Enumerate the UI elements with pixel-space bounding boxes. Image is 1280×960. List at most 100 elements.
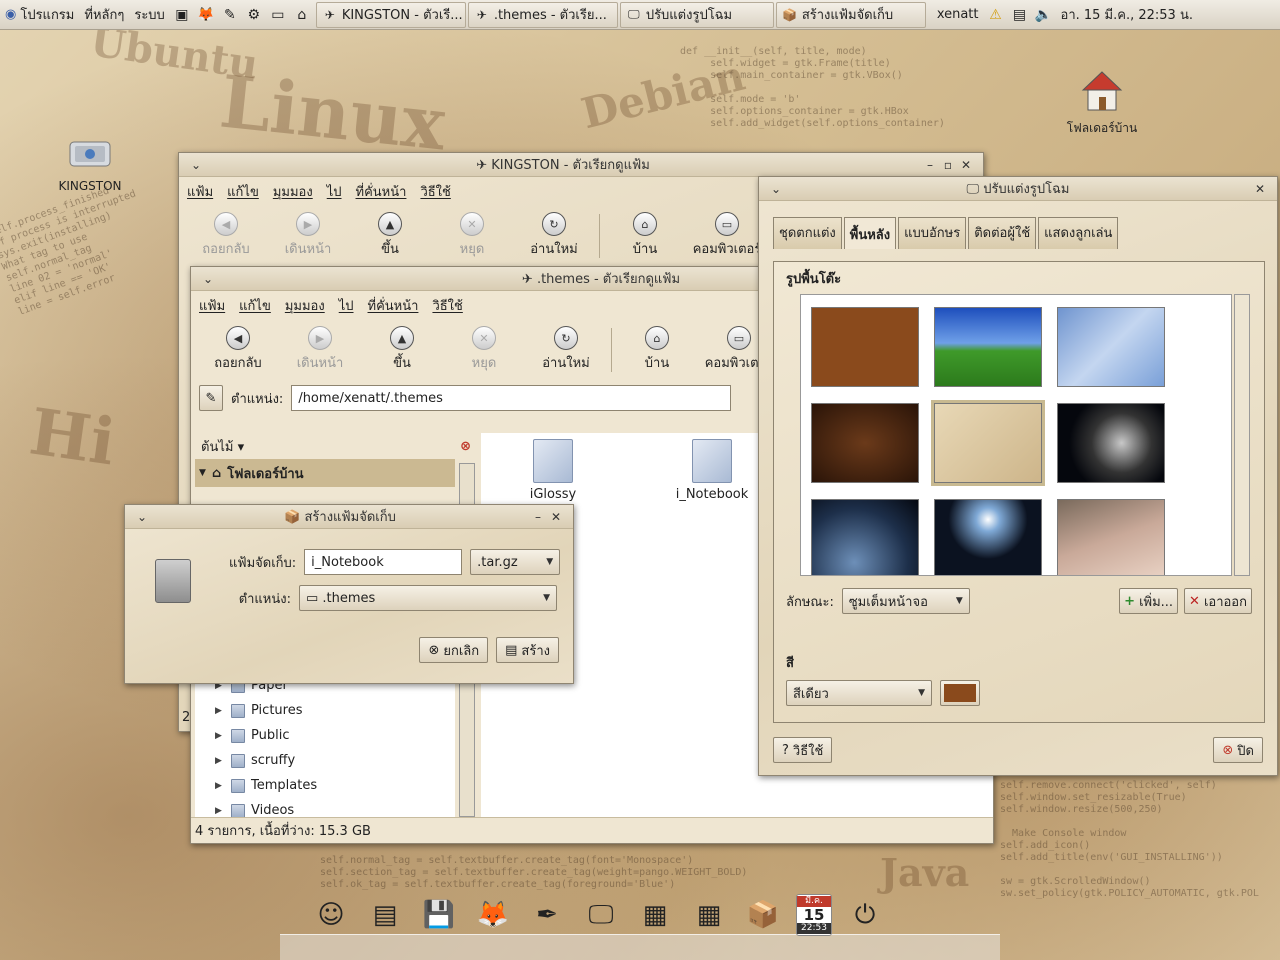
wallpaper-thumb[interactable] [1057, 307, 1165, 387]
home-button[interactable]: ⌂ บ้าน [616, 322, 698, 373]
menu-edit[interactable]: แก้ไข [227, 181, 259, 202]
appearance-titlebar[interactable]: ⌄ 🖵 ปรับแต่งรูปโฉม ✕ [759, 177, 1277, 201]
tree-item[interactable]: ▶ Pictures [195, 698, 455, 723]
wallpaper-thumb[interactable] [934, 499, 1042, 575]
up-button[interactable]: ▲ ขึ้น [349, 208, 431, 259]
file-item[interactable]: i_Notebook [667, 439, 757, 502]
menu-file[interactable]: แฟ้ม [199, 295, 225, 316]
text-editor-icon[interactable]: ✎ [219, 4, 241, 26]
feather-icon[interactable]: ✒ [526, 894, 568, 936]
home-launcher-icon[interactable]: ⌂ [291, 4, 313, 26]
calendar-icon[interactable]: มี.ค. 15 22:53 [796, 894, 832, 936]
stop-button[interactable]: ✕ หยุด [431, 208, 513, 259]
user-switcher[interactable]: xenatt [932, 0, 984, 30]
shutdown-icon[interactable]: ⏻ [844, 894, 886, 936]
menu-view[interactable]: มุมมอง [285, 295, 325, 316]
places-menu[interactable]: ที่หลักๆ [79, 0, 129, 30]
sidebar-mode-select[interactable]: ต้นไม้ ▾ [201, 436, 244, 457]
tab-effects[interactable]: แสดงลูกเล่น [1038, 217, 1119, 249]
expander-icon[interactable]: ▼ [199, 468, 206, 478]
documents-icon[interactable]: ▤ [364, 894, 406, 936]
add-wallpaper-button[interactable]: + เพิ่ม... [1119, 588, 1179, 614]
archive-name-input[interactable]: i_Notebook [304, 549, 463, 575]
menu-edit[interactable]: แก้ไข [239, 295, 271, 316]
settings-icon[interactable]: ⚙ [243, 4, 265, 26]
tab-theme[interactable]: ชุดตกแต่ง [773, 217, 842, 249]
cancel-button[interactable]: ⊗ ยกเลิก [419, 637, 489, 663]
tree-root-row[interactable]: ▼ ⌂ โฟลเดอร์บ้าน [195, 459, 455, 487]
wallpaper-thumb[interactable] [1057, 499, 1165, 575]
close-icon[interactable]: ✕ [1251, 182, 1269, 196]
maximize-icon[interactable]: ▫ [939, 158, 957, 172]
back-button[interactable]: ◀ ถอยกลับ [185, 208, 267, 259]
menu-bookmarks[interactable]: ที่คั่นหน้า [368, 295, 419, 316]
floppy-icon[interactable]: 💾 [418, 894, 460, 936]
archive-location-select[interactable]: ▭ .themes ▼ [299, 585, 557, 611]
file-browser-icon[interactable]: ▦ [688, 894, 730, 936]
menu-go[interactable]: ไป [327, 181, 342, 202]
applications-menu[interactable]: ◉ โปรแกรม [0, 0, 79, 30]
menu-help[interactable]: วิธีใช้ [432, 295, 462, 316]
menu-go[interactable]: ไป [339, 295, 354, 316]
home-folder-desktop-icon[interactable]: โฟลเดอร์บ้าน [1050, 68, 1154, 138]
window-menu-icon[interactable]: ⌄ [187, 158, 205, 172]
wallpaper-thumb[interactable] [934, 307, 1042, 387]
wallpaper-thumb[interactable] [1057, 403, 1165, 483]
firefox-icon[interactable]: 🦊 [472, 894, 514, 936]
menu-bookmarks[interactable]: ที่คั่นหน้า [356, 181, 407, 202]
file-item[interactable]: iGlossy [521, 439, 585, 502]
wallpaper-thumb-selected[interactable] [931, 400, 1045, 486]
window-menu-icon[interactable]: ⌄ [767, 182, 785, 196]
close-sidebar-icon[interactable]: ⊗ [460, 439, 471, 454]
system-menu[interactable]: ระบบ [129, 0, 169, 30]
wallpaper-thumb[interactable] [811, 499, 919, 575]
terminal-icon[interactable]: ▣ [171, 4, 193, 26]
toggle-location-button[interactable]: ✎ [199, 385, 223, 411]
forward-button[interactable]: ▶ เดินหน้า [279, 322, 361, 373]
up-button[interactable]: ▲ ขึ้น [361, 322, 443, 373]
tab-interface[interactable]: ติดต่อผู้ใช้ [968, 217, 1037, 249]
tree-item[interactable]: ▶ Templates [195, 773, 455, 798]
minimize-icon[interactable]: – [921, 158, 939, 172]
volume-icon[interactable]: 🔈 [1033, 4, 1055, 26]
reload-button[interactable]: ↻ อ่านใหม่ [513, 208, 595, 259]
task-archive[interactable]: 📦 สร้างแฟ้มจัดเก็บ [775, 1, 926, 28]
network-icon[interactable]: ▤ [1009, 4, 1031, 26]
help-button[interactable]: ? วิธีใช้ [773, 737, 833, 763]
finder-icon[interactable]: ☺ [310, 894, 352, 936]
archive-titlebar[interactable]: ⌄ 📦 สร้างแฟ้มจัดเก็บ – ✕ [125, 505, 573, 529]
close-button[interactable]: ⊗ ปิด [1213, 737, 1263, 763]
forward-button[interactable]: ▶ เดินหน้า [267, 208, 349, 259]
minimize-icon[interactable]: – [529, 510, 547, 524]
extension-select[interactable]: .tar.gz ▼ [470, 549, 561, 575]
task-kingston[interactable]: ✈ KINGSTON - ตัวเรี... [315, 1, 466, 28]
firefox-icon[interactable]: 🦊 [195, 4, 217, 26]
file-browser-icon[interactable]: ▦ [634, 894, 676, 936]
package-icon[interactable]: 📦 [742, 894, 784, 936]
style-select[interactable]: ซูมเต็มหน้าจอ ▼ [841, 588, 970, 614]
location-input[interactable]: /home/xenatt/.themes [291, 385, 732, 411]
clock[interactable]: อา. 15 มี.ค., 22:53 น. [1056, 0, 1206, 30]
color-picker-button[interactable] [940, 680, 980, 706]
kingston-titlebar[interactable]: ⌄ ✈ KINGSTON - ตัวเรียกดูแฟ้ม – ▫ ✕ [179, 153, 983, 177]
tab-background[interactable]: พื้นหลัง [843, 217, 897, 249]
wallpaper-thumb[interactable] [811, 403, 919, 483]
wallpaper-scrollbar[interactable] [1234, 294, 1250, 576]
task-appearance[interactable]: 🖵 ปรับแต่งรูปโฉม [619, 1, 774, 28]
stop-button[interactable]: ✕ หยุด [443, 322, 525, 373]
menu-help[interactable]: วิธีใช้ [420, 181, 450, 202]
wallpaper-thumb[interactable] [811, 307, 919, 387]
menu-view[interactable]: มุมมอง [273, 181, 313, 202]
back-button[interactable]: ◀ ถอยกลับ [197, 322, 279, 373]
kingston-drive-icon[interactable]: KINGSTON [50, 128, 130, 193]
color-mode-select[interactable]: สีเดียว ▼ [786, 680, 932, 706]
window-menu-icon[interactable]: ⌄ [199, 272, 217, 286]
display-settings-icon[interactable]: 🖵 [580, 894, 622, 936]
menu-file[interactable]: แฟ้ม [187, 181, 213, 202]
show-desktop-icon[interactable]: ▭ [267, 4, 289, 26]
remove-wallpaper-button[interactable]: ✕ เอาออก [1184, 588, 1252, 614]
tree-item[interactable]: ▶ scruffy [195, 748, 455, 773]
close-icon[interactable]: ✕ [957, 158, 975, 172]
close-icon[interactable]: ✕ [547, 510, 565, 524]
warning-icon[interactable]: ⚠ [985, 4, 1007, 26]
